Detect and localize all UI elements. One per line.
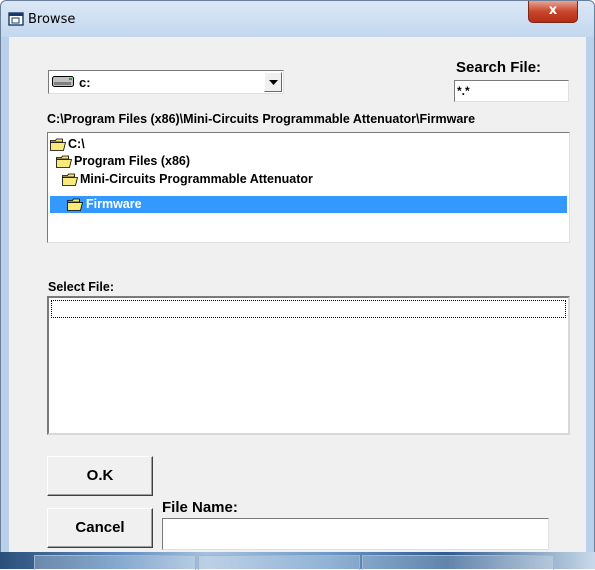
- close-icon: x: [548, 3, 558, 18]
- chevron-down-icon: [269, 80, 278, 85]
- window-title: Browse: [28, 12, 76, 27]
- taskbar-button[interactable]: [362, 555, 554, 570]
- drive-icon: [52, 76, 74, 87]
- taskbar-button[interactable]: [34, 555, 196, 570]
- directory-item-root[interactable]: C:\: [50, 136, 170, 153]
- close-button[interactable]: x: [528, 1, 578, 23]
- directory-item-program-files[interactable]: Program Files (x86): [56, 153, 256, 170]
- app-icon: [8, 12, 24, 26]
- open-folder-icon: [56, 155, 72, 168]
- directory-label: Firmware: [86, 197, 142, 211]
- file-list[interactable]: [47, 296, 570, 435]
- search-file-input[interactable]: [454, 80, 569, 102]
- current-path: C:\Program Files (x86)\Mini-Circuits Pro…: [47, 112, 476, 126]
- open-folder-icon: [50, 138, 66, 151]
- drive-select[interactable]: c:: [48, 70, 284, 94]
- open-folder-icon: [67, 198, 83, 211]
- directory-label: Mini-Circuits Programmable Attenuator: [80, 172, 313, 186]
- search-file-label: Search File:: [456, 59, 542, 76]
- ok-button[interactable]: O.K: [47, 456, 153, 496]
- directory-item-mini-circuits[interactable]: Mini-Circuits Programmable Attenuator: [62, 171, 382, 188]
- file-name-label: File Name:: [162, 499, 238, 516]
- cancel-button[interactable]: Cancel: [47, 508, 153, 548]
- title-bar[interactable]: Browse x: [1, 1, 594, 37]
- select-file-label: Select File:: [48, 280, 114, 294]
- open-folder-icon: [62, 173, 78, 186]
- drive-dropdown-button[interactable]: [264, 72, 282, 92]
- file-list-focus-row[interactable]: [51, 300, 566, 318]
- directory-label: Program Files (x86): [74, 154, 191, 168]
- directory-label: C:\: [68, 137, 85, 151]
- taskbar-button[interactable]: [198, 555, 360, 570]
- directory-item-firmware[interactable]: Firmware: [50, 196, 567, 213]
- drive-value: c:: [79, 75, 91, 90]
- directory-list[interactable]: C:\ Program Files (x86) Mini-Circuits Pr…: [47, 132, 570, 243]
- file-name-input[interactable]: [162, 518, 549, 550]
